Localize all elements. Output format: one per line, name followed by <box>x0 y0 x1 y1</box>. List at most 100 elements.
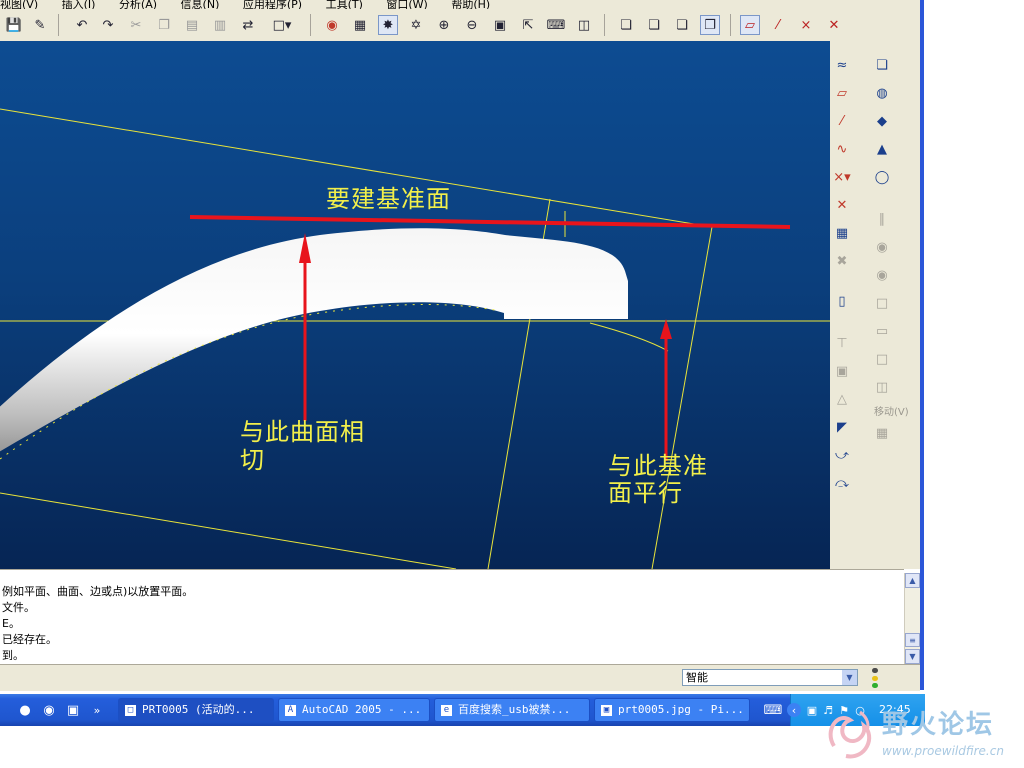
mirror-icon[interactable]: ∥ <box>872 209 892 229</box>
intersect-icon[interactable]: ◉ <box>872 265 892 285</box>
message-line: E。 <box>2 617 20 630</box>
undo-icon[interactable]: ↶ <box>72 15 92 35</box>
task-button-browser[interactable]: e 百度搜索_usb被禁... <box>434 698 590 722</box>
datum-plane-display-icon[interactable]: ▱ <box>740 15 760 35</box>
datum-curve-icon[interactable]: ∿ <box>832 139 852 159</box>
round-icon[interactable]: ◤ <box>832 417 852 437</box>
selection-filter-select[interactable]: 智能 ▼ <box>682 669 858 686</box>
select-box-icon[interactable]: □▾ <box>268 15 296 35</box>
extrude-icon[interactable]: ❏ <box>872 55 892 75</box>
message-line: 例如平面、曲面、边或点)以放置平面。 <box>2 585 194 598</box>
regenerate-icon[interactable]: ⇄ <box>238 15 258 35</box>
named-view-icon[interactable]: ⌨ <box>546 15 566 35</box>
model-display-icon[interactable]: ▦ <box>350 15 370 35</box>
task-button-picture-viewer[interactable]: ▣ prt0005.jpg - Pi... <box>594 698 750 722</box>
datum-axis-icon[interactable]: ⁄ <box>832 111 852 131</box>
datum-display-icon[interactable]: ✸ <box>378 15 398 35</box>
chamfer-icon[interactable]: ⤻ <box>832 445 852 465</box>
datum-point-icon[interactable]: ×▾ <box>832 167 852 187</box>
project-icon[interactable]: ◫ <box>872 377 892 397</box>
csys-display-icon[interactable]: ✕ <box>824 15 844 35</box>
watermark-url: www.proewildfire.cn <box>882 744 1004 758</box>
menu-help[interactable]: 帮助(H) <box>451 0 490 9</box>
ie-icon[interactable]: ● <box>16 701 34 719</box>
scroll-down-icon[interactable]: ▼ <box>905 649 920 664</box>
refit-icon[interactable]: ▣ <box>490 15 510 35</box>
menu-view[interactable]: 视图(V) <box>0 0 38 9</box>
datum-point-display-icon[interactable]: × <box>796 15 816 35</box>
save-icon[interactable]: 💾 <box>4 15 24 35</box>
taskbar: ● ◉ ▣ » □ PRT0005 (活动的... A AutoCAD 2005 -… <box>0 694 925 726</box>
datum-plane-icon[interactable]: ▱ <box>832 83 852 103</box>
style-icon[interactable]: ◯ <box>872 167 892 187</box>
menu-window[interactable]: 窗口(W) <box>386 0 427 9</box>
network-icon[interactable]: ▣ <box>805 703 819 717</box>
pattern-icon[interactable]: ▦ <box>872 423 892 443</box>
cut-icon[interactable]: ✂ <box>126 15 146 35</box>
spin-center-icon[interactable]: ✡ <box>406 15 426 35</box>
move-label[interactable]: 移动(V) <box>874 403 909 418</box>
datum-axis-display-icon[interactable]: ⁄ <box>768 15 788 35</box>
window-border <box>920 0 924 690</box>
keyboard-icon[interactable]: ⌨ <box>764 701 783 719</box>
scroll-thumb[interactable]: ≡ <box>905 633 920 647</box>
task-button-proe[interactable]: □ PRT0005 (活动的... <box>118 698 274 722</box>
task-label: AutoCAD 2005 - ... <box>302 703 422 716</box>
menu-bar: 视图(V) 插入(I) 分析(A) 信息(N) 应用程序(P) 工具(T) 窗口… <box>0 0 920 9</box>
no-hidden-icon[interactable]: ❏ <box>672 15 692 35</box>
datum-plane-edge <box>651 226 713 569</box>
saved-views-icon[interactable]: ◫ <box>574 15 594 35</box>
task-button-autocad[interactable]: A AutoCAD 2005 - ... <box>278 698 430 722</box>
zoom-in-icon[interactable]: ⊕ <box>434 15 454 35</box>
quick-launch-expand-icon[interactable]: » <box>88 701 106 719</box>
analysis-feature-icon[interactable]: ▦ <box>832 223 852 243</box>
toolbar-separator <box>730 14 731 36</box>
watermark-logo-icon <box>828 710 872 759</box>
message-scrollbar[interactable]: ▲ ≡ ▼ <box>904 573 920 664</box>
pipe-edge <box>589 322 669 352</box>
sweep-icon[interactable]: ◆ <box>872 111 892 131</box>
message-line: 已经存在。 <box>2 633 57 646</box>
offset-icon[interactable]: ▯ <box>832 291 852 311</box>
media-player-icon[interactable]: ◉ <box>40 701 58 719</box>
paste-special-icon[interactable]: ▥ <box>210 15 230 35</box>
shell-icon[interactable]: ▣ <box>832 361 852 381</box>
tangent-label-line2: 切 <box>240 446 265 474</box>
trim-icon[interactable]: ✖ <box>832 251 852 271</box>
shading-icon[interactable]: ❐ <box>700 15 720 35</box>
rib-icon[interactable]: ⤼ <box>832 473 852 493</box>
merge-icon[interactable]: ◉ <box>872 237 892 257</box>
copy-icon[interactable]: ❐ <box>154 15 174 35</box>
redo-icon[interactable]: ↷ <box>98 15 118 35</box>
hidden-line-icon[interactable]: ❏ <box>644 15 664 35</box>
traffic-light-icon[interactable] <box>870 668 880 688</box>
tray-expand-icon[interactable]: ‹ <box>787 703 801 717</box>
app-icon[interactable]: ▣ <box>64 701 82 719</box>
revolve-icon[interactable]: ◍ <box>872 83 892 103</box>
wireframe-icon[interactable]: ❏ <box>616 15 636 35</box>
message-area: 例如平面、曲面、边或点)以放置平面。 文件。 E。 已经存在。 到。 <box>0 569 904 665</box>
thicken-icon[interactable]: ▭ <box>872 321 892 341</box>
menu-info[interactable]: 信息(N) <box>181 0 220 9</box>
chevron-down-icon[interactable]: ▼ <box>842 670 857 685</box>
graphics-viewport[interactable]: 要建基准面 与此曲面相 切 与此基准 面平行 <box>0 41 830 569</box>
menu-insert[interactable]: 插入(I) <box>62 0 96 9</box>
reorient-icon[interactable]: ⇱ <box>518 15 538 35</box>
zoom-out-icon[interactable]: ⊖ <box>462 15 482 35</box>
menu-tools[interactable]: 工具(T) <box>326 0 363 9</box>
edit-icon[interactable]: ✎ <box>30 15 50 35</box>
menu-applications[interactable]: 应用程序(P) <box>243 0 302 9</box>
scroll-up-icon[interactable]: ▲ <box>905 573 920 588</box>
menu-analysis[interactable]: 分析(A) <box>119 0 157 9</box>
boundary-blend-icon[interactable]: ▲ <box>872 139 892 159</box>
extend-icon[interactable]: □ <box>872 293 892 313</box>
paste-icon[interactable]: ▤ <box>182 15 202 35</box>
hole-icon[interactable]: ⊤ <box>832 333 852 353</box>
draft-icon[interactable]: △ <box>832 389 852 409</box>
sketched-datum-curve-icon[interactable]: ≈ <box>832 55 852 75</box>
message-line: 文件。 <box>2 601 35 614</box>
appearance-icon[interactable]: ◉ <box>322 15 342 35</box>
solidify-icon[interactable]: □ <box>872 349 892 369</box>
coordinate-system-icon[interactable]: ✕ <box>832 195 852 215</box>
task-label: PRT0005 (活动的... <box>142 703 255 716</box>
